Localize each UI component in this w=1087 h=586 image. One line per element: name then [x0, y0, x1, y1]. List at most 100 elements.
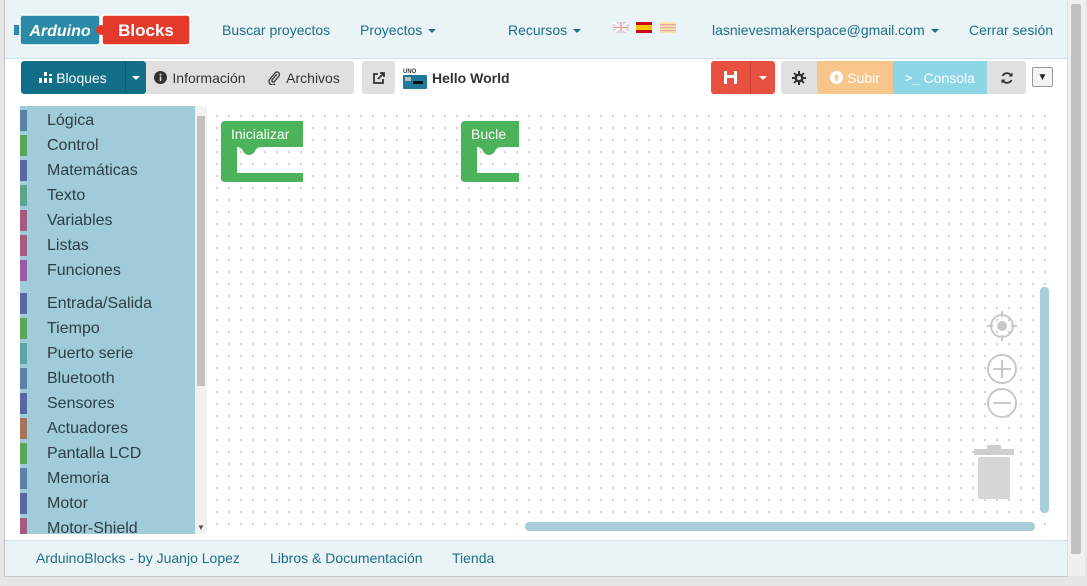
- sidebar-item-variables[interactable]: Variables: [20, 210, 195, 231]
- floppy-disk-icon: [724, 71, 737, 84]
- share-button[interactable]: [362, 61, 395, 94]
- recenter-icon[interactable]: [986, 310, 1018, 342]
- sidebar-scroll-thumb[interactable]: [197, 116, 205, 386]
- resources-menu[interactable]: Recursos: [508, 22, 582, 38]
- sidebar-item-label: Memoria: [47, 469, 110, 487]
- category-color-swatch: [20, 493, 27, 514]
- store-link[interactable]: Tienda: [452, 550, 494, 566]
- block-inicializar[interactable]: Inicializar: [221, 121, 305, 183]
- category-color-swatch: [20, 343, 27, 364]
- sidebar-item-puerto-serie[interactable]: Puerto serie: [20, 343, 195, 364]
- en-flag-icon[interactable]: [613, 22, 629, 33]
- navbar: Arduino Blocks Buscar proyectos Proyecto…: [5, 0, 1067, 59]
- sidebar-item-tiempo[interactable]: Tiempo: [20, 318, 195, 339]
- blocks-dropdown-toggle[interactable]: [125, 61, 146, 94]
- chevron-down-icon: [132, 75, 140, 80]
- workspace-vertical-scrollbar[interactable]: [1040, 287, 1049, 513]
- info-icon: [154, 71, 168, 84]
- category-color-swatch: [20, 235, 27, 256]
- sidebar-item-motor-shield[interactable]: Motor-Shield: [20, 518, 195, 534]
- projects-menu[interactable]: Proyectos: [360, 22, 437, 38]
- category-color-swatch: [20, 135, 27, 156]
- options-dropdown[interactable]: ▼: [1032, 67, 1053, 87]
- sidebar-item-label: Tiempo: [47, 319, 100, 337]
- sidebar-item-label: Sensores: [47, 394, 115, 412]
- zoom-in-icon[interactable]: [986, 353, 1018, 385]
- zoom-out-icon[interactable]: [986, 387, 1018, 419]
- share-icon: [372, 71, 385, 84]
- category-color-swatch: [20, 518, 27, 534]
- save-button[interactable]: [711, 61, 750, 94]
- svg-text:Bucle: Bucle: [471, 126, 506, 142]
- sidebar-item-sensores[interactable]: Sensores: [20, 393, 195, 414]
- sidebar-item-pantalla-lcd[interactable]: Pantalla LCD: [20, 443, 195, 464]
- sidebar-item-listas[interactable]: Listas: [20, 235, 195, 256]
- files-button[interactable]: Archivos: [254, 61, 354, 94]
- block-category-sidebar: Lógica Control Matemáticas Texto Variables Li…: [20, 106, 195, 534]
- sidebar-item-label: Listas: [47, 236, 89, 254]
- upload-button[interactable]: Subir: [817, 61, 893, 94]
- sidebar-item-actuadores[interactable]: Actuadores: [20, 418, 195, 439]
- sidebar-item-label: Bluetooth: [47, 369, 115, 387]
- projects-menu-label: Proyectos: [360, 22, 423, 38]
- project-title[interactable]: Hello World: [432, 70, 510, 86]
- search-projects-link[interactable]: Buscar proyectos: [222, 22, 330, 38]
- chevron-down-icon: [759, 75, 767, 80]
- chevron-down-icon: [930, 29, 939, 34]
- blocks-button[interactable]: Bloques: [21, 61, 125, 94]
- files-button-label: Archivos: [286, 69, 340, 86]
- user-email: lasnievesmakerspace@gmail.com: [712, 22, 925, 38]
- save-dropdown-toggle[interactable]: [750, 61, 775, 94]
- sidebar-item-texto[interactable]: Texto: [20, 185, 195, 206]
- scroll-down-arrow-icon[interactable]: ▼: [197, 523, 205, 532]
- arduinoblocks-logo[interactable]: Arduino Blocks: [12, 13, 192, 47]
- sidebar-item-funciones[interactable]: Funciones: [20, 260, 195, 281]
- trash-icon[interactable]: [972, 445, 1016, 501]
- resources-menu-label: Recursos: [508, 22, 568, 38]
- block-bucle[interactable]: Bucle: [461, 121, 523, 183]
- workspace-horizontal-scrollbar[interactable]: [525, 522, 1035, 531]
- chevron-down-icon: ▼: [1037, 71, 1048, 83]
- arduino-uno-board-icon: UNO: [403, 69, 427, 89]
- blocks-button-label: Bloques: [56, 69, 107, 86]
- sidebar-item-label: Actuadores: [47, 419, 128, 437]
- paperclip-icon: [268, 70, 281, 85]
- sidebar-item-matemáticas[interactable]: Matemáticas: [20, 160, 195, 181]
- settings-button[interactable]: [781, 61, 817, 94]
- blocks-workspace[interactable]: [207, 106, 1054, 534]
- sidebar-item-label: Motor-Shield: [47, 519, 138, 535]
- category-color-swatch: [20, 443, 27, 464]
- ca-flag-icon[interactable]: [660, 22, 676, 33]
- sidebar-item-bluetooth[interactable]: Bluetooth: [20, 368, 195, 389]
- sidebar-item-entrada-salida[interactable]: Entrada/Salida: [20, 293, 195, 314]
- sidebar-item-label: Puerto serie: [47, 344, 134, 362]
- page-scroll-thumb[interactable]: [1071, 4, 1081, 554]
- sidebar-item-label: Texto: [47, 186, 86, 204]
- console-button[interactable]: >_ Consola: [893, 61, 987, 94]
- sidebar-scrollbar[interactable]: ▼: [195, 106, 207, 534]
- page-scrollbar[interactable]: [1067, 0, 1085, 576]
- info-button[interactable]: Información: [146, 61, 254, 94]
- user-menu[interactable]: lasnievesmakerspace@gmail.com: [712, 22, 939, 38]
- sidebar-item-memoria[interactable]: Memoria: [20, 468, 195, 489]
- upload-button-label: Subir: [847, 69, 880, 86]
- refresh-button[interactable]: [987, 61, 1026, 94]
- logout-link[interactable]: Cerrar sesión: [969, 22, 1053, 38]
- docs-link[interactable]: Libros & Documentación: [270, 550, 423, 566]
- footer: ArduinoBlocks - by Juanjo Lopez Libros &…: [5, 540, 1067, 576]
- sidebar-item-label: Control: [47, 136, 99, 154]
- svg-text:UNO: UNO: [403, 69, 417, 75]
- sidebar-item-label: Motor: [47, 494, 88, 512]
- sidebar-item-label: Funciones: [47, 261, 121, 279]
- sidebar-item-label: Variables: [47, 211, 113, 229]
- chevron-down-icon: [573, 29, 582, 34]
- category-color-swatch: [20, 160, 27, 181]
- svg-text:Blocks: Blocks: [118, 21, 174, 40]
- sidebar-item-lógica[interactable]: Lógica: [20, 110, 195, 131]
- sidebar-item-label: Pantalla LCD: [47, 444, 142, 462]
- credit-link[interactable]: ArduinoBlocks - by Juanjo Lopez: [36, 550, 240, 566]
- sidebar-item-control[interactable]: Control: [20, 135, 195, 156]
- es-flag-icon[interactable]: [636, 22, 652, 33]
- category-color-swatch: [20, 293, 27, 314]
- sidebar-item-motor[interactable]: Motor: [20, 493, 195, 514]
